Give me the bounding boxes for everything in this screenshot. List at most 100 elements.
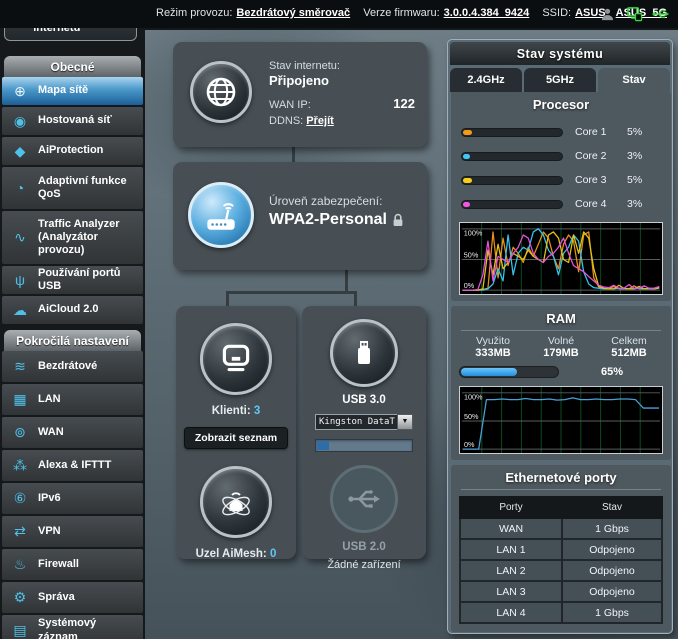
core-label: Core 1 [575, 126, 619, 138]
ethernet-port-row: WAN1 Gbps [460, 518, 662, 539]
globe-icon[interactable] [190, 61, 252, 123]
connector-branch-horizontal [226, 291, 357, 294]
ethernet-port-cell: LAN 2 [460, 560, 562, 581]
ram-usage-graph: 100%50%0% [459, 386, 663, 454]
svg-text:100%: 100% [464, 229, 483, 238]
operation-mode-link[interactable]: Bezdrátový směrovač [236, 7, 350, 19]
system-status-column: Stav systému 2.4GHz5GHzStav Procesor Cor… [447, 39, 673, 634]
sidebar-item-label: Adaptivní funkce QoS [38, 175, 137, 201]
core-percent: 5% [627, 126, 642, 138]
ethernet-port-row: LAN 1Odpojeno [460, 539, 662, 560]
sidebar-item-alexa-ifttt[interactable]: ⁂Alexa & IFTTT [2, 450, 143, 481]
connector-branch-right [354, 291, 357, 306]
cpu-title: Procesor [451, 92, 671, 112]
sidebar-item-firewall[interactable]: ♨Firewall [2, 549, 143, 580]
core-percent: 3% [627, 150, 642, 162]
sidebar-item-bezdr-tov-[interactable]: ≋ Bezdrátové [2, 351, 143, 382]
core-percent: 3% [627, 198, 642, 210]
clients-monitor-icon[interactable] [200, 323, 272, 395]
core-usage-row: Core 4 3% [451, 192, 671, 216]
ddns-label: DDNS: [269, 115, 303, 127]
tab-stav[interactable]: Stav [598, 68, 670, 92]
usb-device-value: Kingston DataT [315, 414, 397, 430]
ram-total-label: Celkem [595, 335, 663, 347]
sidebar-item-label: Systémový záznam [38, 617, 137, 639]
sidebar-item-label: Firewall [38, 558, 79, 571]
operation-mode-label: Režim provozu: [156, 7, 232, 19]
aimesh-icon[interactable] [200, 466, 272, 538]
client-icon[interactable] [598, 5, 616, 23]
sidebar-section-header: Obecné [4, 56, 141, 77]
system-status-title: Stav systému [450, 42, 670, 65]
core-label: Core 4 [575, 198, 619, 210]
wan-icon: ⊚ [10, 424, 30, 441]
wireless-icon: ≋ [10, 358, 30, 375]
sidebar-item-lan[interactable]: ▦LAN [2, 384, 143, 415]
tab-2.4ghz[interactable]: 2.4GHz [450, 68, 522, 92]
log-icon: ▤ [10, 622, 30, 639]
ddns-link[interactable]: Přejít [306, 115, 334, 127]
sidebar-item-label: Bezdrátové [38, 360, 97, 373]
ram-total-value: 512MB [595, 347, 663, 359]
firmware-version-link[interactable]: 3.0.0.4.384_9424 [444, 7, 530, 19]
core-usage-row: Core 23% [451, 144, 671, 168]
admin-gear-icon: ⚙ [10, 589, 30, 606]
sidebar-item-aiprotection[interactable]: ◆AiProtection [2, 137, 143, 165]
sidebar-item-vpn[interactable]: ⇄VPN [2, 516, 143, 547]
show-client-list-button[interactable]: Zobrazit seznam [184, 427, 288, 449]
ram-usage-bar [459, 366, 559, 378]
guest-network-icon: ◉ [10, 113, 30, 130]
core-usage-row: Core 1 5% [451, 120, 671, 144]
cpu-usage-graph: 100%50%0% [459, 222, 663, 295]
usb-usage-bar [315, 439, 413, 452]
usb2-trident-icon[interactable] [330, 465, 398, 533]
ram-title: RAM [451, 306, 671, 326]
usb-icon[interactable] [652, 5, 670, 23]
ethernet-port-cell: WAN [460, 518, 562, 539]
sidebar-item-mapa-s-t-[interactable]: ⊕Mapa sítě [2, 77, 143, 105]
ipv6-icon: ⑥ [10, 490, 30, 507]
sidebar-item-syst-mov-z-znam[interactable]: ▤ Systémový záznam [2, 615, 143, 639]
usb-device-dropdown[interactable]: Kingston DataT ▼ [315, 414, 413, 430]
sidebar-sections: Obecné⊕Mapa sítě ◉ Hostovaná síť ◆AiProtect… [0, 50, 145, 639]
sidebar-item-hostovan-s-[interactable]: ◉ Hostovaná síť [2, 107, 143, 135]
sidebar-item-label: Hostovaná síť [38, 114, 112, 127]
sidebar-item-ipv6[interactable]: ⑥IPv6 [2, 483, 143, 514]
sidebar-item-spr-va[interactable]: ⚙ Správa [2, 582, 143, 613]
router-icon[interactable] [188, 182, 254, 248]
ethernet-port-cell: LAN 4 [460, 602, 562, 623]
gauge-icon: ◔ [10, 180, 30, 196]
connector-security-down [345, 270, 348, 293]
topbar: Režim provozu:Bezdrátový směrovač Verze … [0, 0, 678, 28]
core-label: Core 3 [575, 174, 619, 186]
sidebar-item-wan[interactable]: ⊚WAN [2, 417, 143, 448]
sidebar-item-aicloud-2-0[interactable]: ☁AiCloud 2.0 [2, 296, 143, 324]
sidebar-item-pou-v-n-port-usb[interactable]: ψPoužívání portů USB [2, 266, 143, 294]
sidebar-item-label: Správa [38, 591, 75, 604]
sidebar-item-label: Traffic Analyzer (Analyzátor provozu) [38, 218, 137, 258]
ram-usage-fill [461, 368, 517, 376]
sidebar-item-traffic-analyzer-analyz-tor-provozu-[interactable]: ∿ Traffic Analyzer (Analyzátor provozu) [2, 211, 143, 264]
network-devices-icon[interactable] [625, 5, 643, 23]
ethernet-port-cell: Odpojeno [562, 560, 662, 581]
chevron-down-icon[interactable]: ▼ [397, 414, 413, 430]
nodes-icon: ⁂ [10, 457, 30, 474]
ethernet-header-cell: Stav [562, 497, 662, 518]
cloud-icon: ☁ [10, 302, 30, 319]
core-usage-fill [463, 178, 472, 183]
tab-5ghz[interactable]: 5GHz [524, 68, 596, 92]
connector-internet-security [292, 147, 295, 162]
traffic-wave-icon: ∿ [10, 229, 30, 246]
network-map-content: Stav internetu: Připojeno WAN IP: 122 DD… [145, 28, 678, 639]
usb-panel: USB 3.0 Kingston DataT ▼ USB 2.0 Žádné z… [302, 306, 426, 559]
cpu-core-rows: Core 1 5%Core 23% Core 3 5% Core 4 3% [451, 120, 671, 216]
sidebar-item-adaptivn-funkce-qos[interactable]: ◔ Adaptivní funkce QoS [2, 167, 143, 209]
ethernet-port-cell: 1 Gbps [562, 602, 662, 623]
internet-status-label: Stav internetu: [269, 60, 415, 72]
sidebar-item-label: Používání portů USB [38, 267, 137, 293]
usb3-stick-icon[interactable] [330, 319, 398, 387]
ethernet-port-cell: 1 Gbps [562, 518, 662, 539]
security-panel: Úroveň zabezpečení: WPA2-Personal [173, 162, 427, 270]
cpu-card: Procesor Core 1 5%Core 23% Core 3 5% Core 4 3… [451, 92, 671, 301]
sidebar-section-header: Pokročilá nastavení [4, 330, 141, 351]
